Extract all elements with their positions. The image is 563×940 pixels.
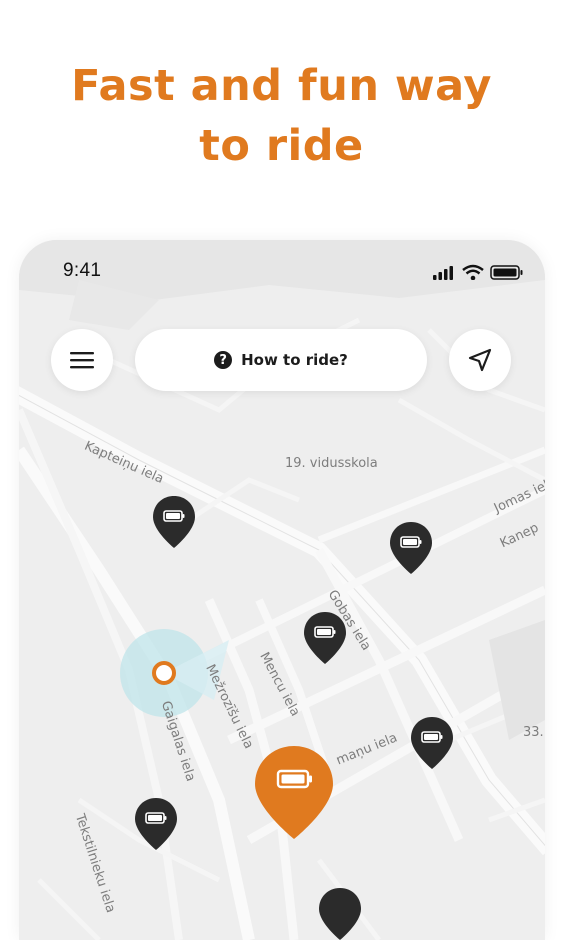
selected-scooter-pin[interactable] bbox=[253, 744, 335, 842]
signal-icon bbox=[433, 266, 453, 280]
scooter-pin[interactable] bbox=[151, 494, 197, 550]
how-to-ride-label: How to ride? bbox=[241, 351, 348, 369]
street-label-school: 19. vidusskola bbox=[285, 456, 378, 471]
scooter-pin[interactable] bbox=[133, 796, 179, 852]
locate-button[interactable] bbox=[449, 329, 511, 391]
status-time: 9:41 bbox=[63, 260, 102, 281]
scooter-pin[interactable] bbox=[388, 520, 434, 576]
navigation-arrow-icon bbox=[468, 348, 492, 372]
scooter-pin[interactable] bbox=[317, 886, 363, 940]
battery-status-icon bbox=[490, 265, 523, 280]
wifi-icon bbox=[462, 264, 484, 281]
menu-button[interactable] bbox=[51, 329, 113, 391]
status-icons bbox=[433, 264, 525, 284]
how-to-ride-button[interactable]: ? How to ride? bbox=[135, 329, 427, 391]
user-location-dot bbox=[152, 661, 176, 685]
scooter-pin[interactable] bbox=[409, 715, 455, 771]
hamburger-menu-icon bbox=[70, 352, 94, 369]
headline: Fast and fun way to ride bbox=[0, 56, 563, 176]
headline-line-2: to ride bbox=[199, 121, 364, 171]
headline-line-1: Fast and fun way bbox=[71, 61, 492, 111]
scooter-pin[interactable] bbox=[302, 610, 348, 666]
question-circle-icon: ? bbox=[214, 351, 233, 369]
street-label-33: 33. bbox=[523, 725, 544, 740]
phone-mockup: 9:41 ? How to ride? Kapteiņu iela 19. vi… bbox=[19, 240, 545, 940]
